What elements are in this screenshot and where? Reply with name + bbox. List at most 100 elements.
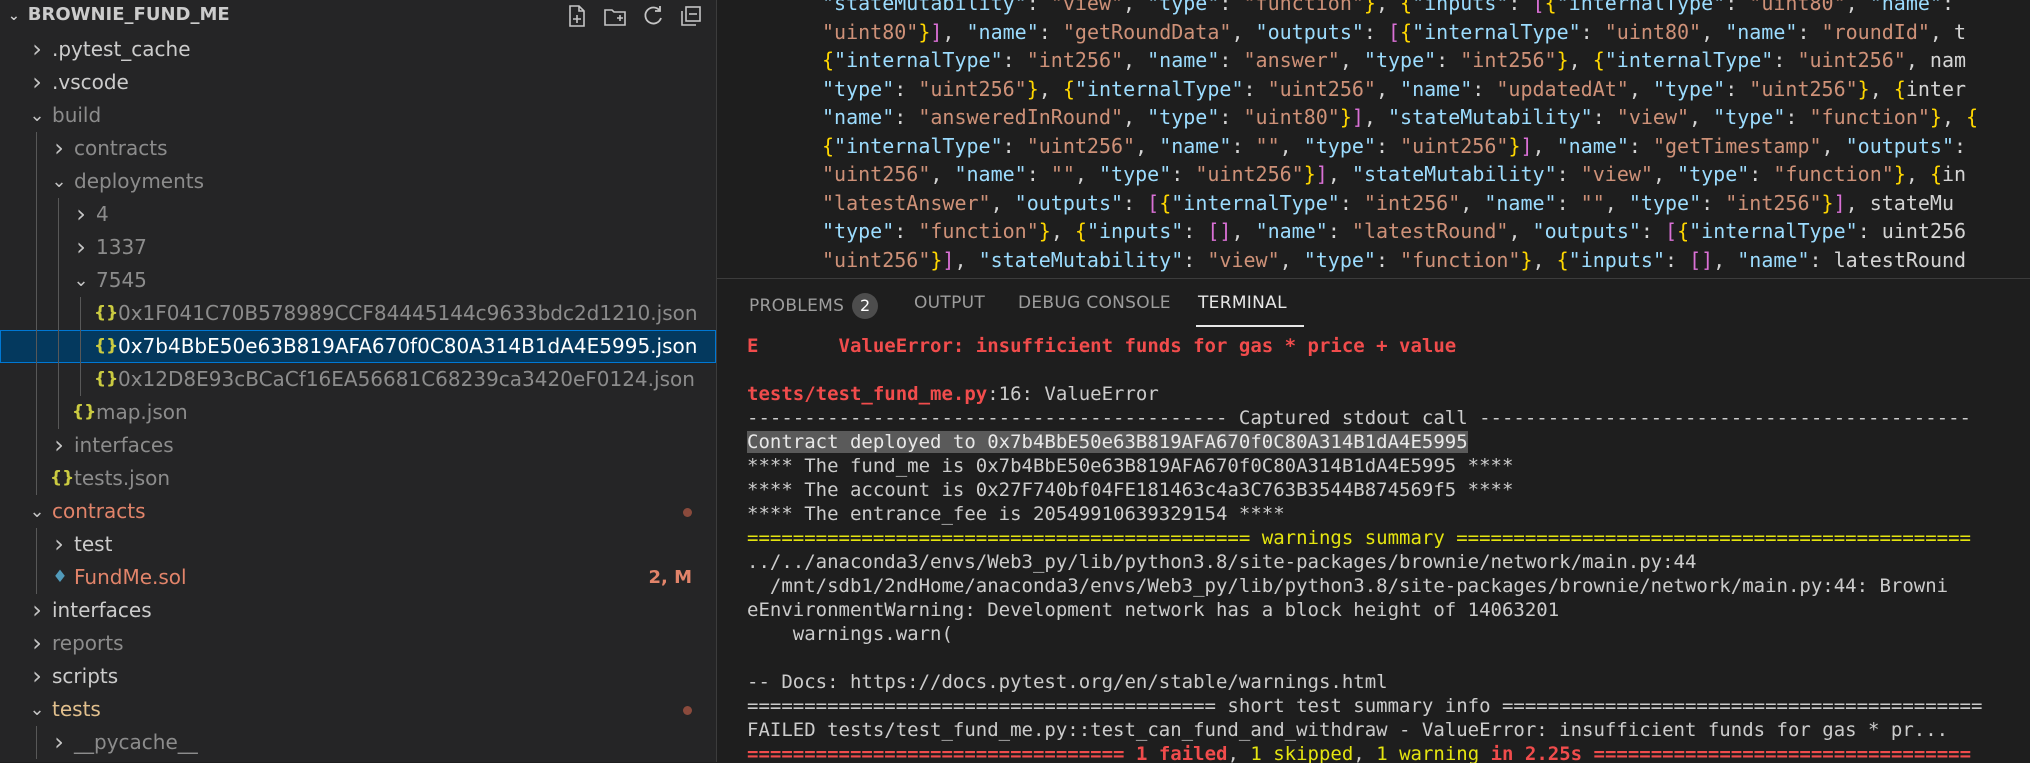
new-file-icon[interactable] [564,3,590,29]
indent-guide [36,396,37,429]
tree-folder[interactable]: › contracts [0,132,716,165]
active-tab-indicator [1196,325,1304,327]
tree-folder[interactable]: › 4 [0,198,716,231]
tree-item-label: reports [52,631,124,655]
tab-terminal[interactable]: TERMINAL [1198,293,1287,313]
chevron-down-icon: ⌄ [29,699,45,720]
terminal-line: eEnvironmentWarning: Development network… [747,598,2017,622]
chevron-right-icon: › [54,530,64,558]
tree-file[interactable]: {} 0x1F041C70B578989CCF84445144c9633bdc2d… [0,297,716,330]
tree-file[interactable]: {} map.json [0,396,716,429]
refresh-icon[interactable] [640,3,666,29]
terminal-line: tests/test_fund_me.py:16: ValueError [747,382,2017,406]
chevron-right-icon: › [76,200,86,228]
terminal-line: **** The fund_me is 0x7b4BbE50e63B819AFA… [747,454,2017,478]
code-line: {"internalType": "uint256", "name": "", … [822,133,1967,158]
indent-guide [36,264,37,297]
tree-item-label: tests [52,697,101,721]
terminal-text: **** The fund_me is 0x7b4BbE50e63B819AFA… [747,455,1514,477]
explorer-header: ⌄ BROWNIE_FUND_ME [0,0,716,30]
code-line: {"internalType": "uint80", "name": "roun… [822,274,1942,277]
tab-label: PROBLEMS [749,296,845,316]
indent-guide [58,198,59,231]
indent-guide [36,462,37,495]
editor-pane[interactable]: "stateMutability": "view", "type": "func… [717,0,2030,277]
indent-guide [36,726,37,759]
tab-label: DEBUG CONSOLE [1018,293,1171,313]
tree-folder[interactable]: › 1337 [0,231,716,264]
terminal-line: -- Docs: https://docs.pytest.org/en/stab… [747,670,2017,694]
code-line: {"internalType": "int256", "name": "answ… [822,48,1967,72]
tree-folder[interactable]: › .pytest_cache [0,33,716,66]
explorer-title-text: BROWNIE_FUND_ME [27,4,230,25]
tree-item-label: scripts [52,664,119,688]
terminal-text: ================================= [747,743,1136,763]
tree-item-label: 0x12D8E93cBCaCf16EA56681C68239ca3420eF01… [118,367,695,391]
chevron-right-icon: › [54,728,64,756]
terminal-text: eEnvironmentWarning: Development network… [747,599,1560,621]
code-line: "type": "uint256"}, {"internalType": "ui… [822,76,1967,101]
tab-debug-console[interactable]: DEBUG CONSOLE [1018,293,1171,313]
chevron-down-icon: ⌄ [8,8,20,24]
tab-label: TERMINAL [1198,293,1287,313]
terminal-text: Contract deployed to 0x7b4BbE50e63B819AF… [747,431,1468,453]
collapse-all-icon[interactable] [678,3,704,29]
tree-folder[interactable]: ⌄ deployments [0,165,716,198]
indent-guide [36,198,37,231]
chevron-right-icon: › [32,596,42,624]
indent-guide [36,297,37,330]
tree-folder[interactable]: › __pycache__ [0,726,716,759]
indent-guide [36,528,37,561]
code-line: "uint80"}], "name": "getRoundData", "out… [822,19,1967,44]
chevron-right-icon: › [32,68,42,96]
terminal-text: ========================================… [747,695,1983,717]
tree-file[interactable]: ♦ FundMe.sol 2, M [0,561,716,594]
explorer-title[interactable]: ⌄ BROWNIE_FUND_ME [8,4,230,25]
chevron-down-icon: ⌄ [73,270,89,291]
chevron-right-icon: › [76,233,86,261]
tree-folder[interactable]: ⌄ tests [0,693,716,726]
tree-item-label: test [74,532,113,556]
tree-file[interactable]: {} 0x7b4BbE50e63B819AFA670f0C80A314B1dA4E… [0,330,716,363]
tab-problems[interactable]: PROBLEMS 2 [749,293,879,319]
tree-item-label: tests.json [74,466,171,490]
indent-guide [80,363,81,396]
terminal-line: ========================================… [747,526,2017,550]
code-line: "type": "function"}, {"inputs": [], "nam… [822,219,1967,243]
terminal-text: 1 failed [1135,743,1228,763]
code-line: "latestAnswer", "outputs": [{"internalTy… [822,190,1955,215]
tree-item-label: interfaces [74,433,174,457]
new-folder-icon[interactable] [602,3,628,29]
tree-item-label: 7545 [96,268,147,292]
terminal-text: E ValueError: insufficient funds for gas… [747,335,1457,357]
tree-folder[interactable]: › interfaces [0,429,716,462]
tree-file[interactable]: {} tests.json [0,462,716,495]
indent-guide [80,330,81,363]
indent-guide [58,264,59,297]
tree-folder[interactable]: ⌄ contracts [0,495,716,528]
tab-output[interactable]: OUTPUT [914,293,985,313]
chevron-right-icon: › [54,134,64,162]
indent-guide [36,231,37,264]
tree-folder[interactable]: › reports [0,627,716,660]
terminal-text: FAILED tests/test_fund_me.py::test_can_f… [747,719,1949,741]
tree-folder[interactable]: ⌄ 7545 [0,264,716,297]
tree-item-label: 1337 [96,235,147,259]
tree-folder[interactable]: › test [0,528,716,561]
solidity-file-icon: ♦ [52,567,68,587]
terminal-output[interactable]: E ValueError: insufficient funds for gas… [747,334,2017,763]
terminal-line: warnings.warn( [747,622,2017,646]
terminal-text: warnings.warn( [747,623,953,645]
terminal-line: Contract deployed to 0x7b4BbE50e63B819AF… [747,430,2017,454]
explorer-actions [564,3,704,29]
tree-folder[interactable]: › interfaces [0,594,716,627]
modified-dot-icon [683,508,692,517]
terminal-text: ========================================… [747,527,1971,549]
json-file-icon: {} [94,303,119,323]
tree-file[interactable]: {} 0x12D8E93cBCaCf16EA56681C68239ca3420eF… [0,363,716,396]
problem-count-badge: 2 [852,293,879,319]
tree-folder[interactable]: › scripts [0,660,716,693]
tree-folder[interactable]: › .vscode [0,66,716,99]
tree-folder[interactable]: ⌄ build [0,99,716,132]
